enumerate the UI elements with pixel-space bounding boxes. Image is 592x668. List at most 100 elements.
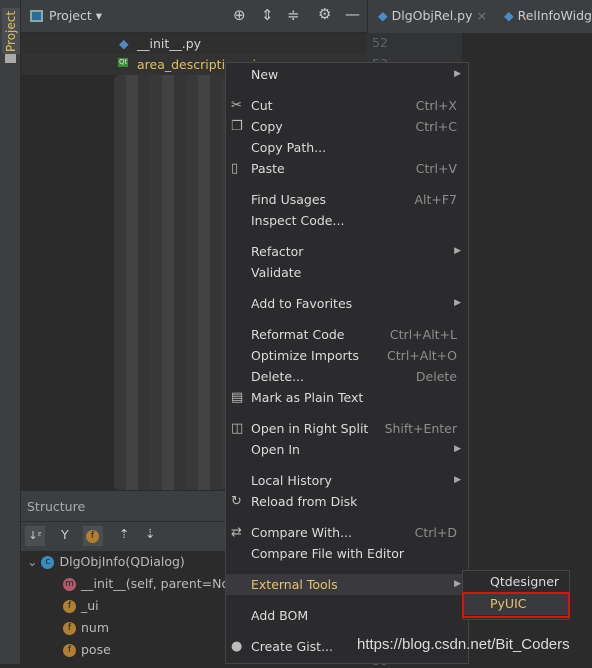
class-icon: c xyxy=(41,556,55,569)
menu-item-paste[interactable]: ▯ Paste Ctrl+V xyxy=(226,158,468,179)
menu-item-mark-as-plain-text[interactable]: ▤ Mark as Plain Text xyxy=(226,387,468,408)
menu-item-label: Delete... xyxy=(251,369,304,384)
structure-root[interactable]: ⌄ c DlgObjInfo(QDialog) xyxy=(27,551,185,573)
menu-separator xyxy=(226,283,468,293)
structure-item[interactable]: f _ui xyxy=(63,595,99,617)
menu-item-reload-from-disk[interactable]: ↻ Reload from Disk xyxy=(226,491,468,512)
structure-item[interactable]: f pose xyxy=(63,639,111,661)
plain-text-icon: ▤ xyxy=(231,390,244,405)
menu-item-open-in[interactable]: Open In ▶ xyxy=(226,439,468,460)
menu-item-delete[interactable]: Delete... Delete xyxy=(226,366,468,387)
structure-item-label: num xyxy=(81,620,110,635)
menu-separator xyxy=(226,231,468,241)
python-file-icon: ◆ xyxy=(378,8,388,23)
submenu-arrow-icon: ▶ xyxy=(454,444,461,454)
collapse-all-icon[interactable]: ≑ xyxy=(287,6,300,24)
menu-item-copy[interactable]: ❐ Copy Ctrl+C xyxy=(226,116,468,137)
watermark: https://blog.csdn.net/Bit_Coders xyxy=(357,636,570,653)
project-toolbar: Project ▾ ⊕ ⇕ ≑ ⚙ — xyxy=(21,0,367,33)
tree-item-init[interactable]: ◆ __init__.py xyxy=(21,33,367,54)
sort-alpha-icon[interactable]: ↓ᶻ xyxy=(25,526,45,546)
context-menu: New ▶ ✂ Cut Ctrl+X ❐ Copy Ctrl+C Copy Path... ▯ Pa… xyxy=(225,62,469,664)
menu-item-add-bom[interactable]: Add BOM xyxy=(226,605,468,626)
submenu-arrow-icon: ▶ xyxy=(454,298,461,308)
show-fields-icon[interactable]: f xyxy=(83,526,103,546)
tab-label: DlgObjRel.py xyxy=(391,8,473,23)
menu-item-label: Add to Favorites xyxy=(251,296,353,311)
blurred-tree-content xyxy=(114,75,226,490)
expand-all-icon[interactable]: ⇕ xyxy=(261,6,274,24)
menu-item-label: Compare With... xyxy=(251,525,352,540)
project-title: Project xyxy=(49,8,92,23)
annotation-highlight-box xyxy=(462,592,570,618)
submenu-arrow-icon: ▶ xyxy=(454,69,461,79)
menu-separator xyxy=(226,626,468,636)
menu-item-label: Copy Path... xyxy=(251,140,327,155)
split-icon: ◫ xyxy=(231,421,244,436)
menu-item-label: Mark as Plain Text xyxy=(251,390,364,405)
scissors-icon: ✂ xyxy=(231,98,242,113)
menu-item-open-in-right-split[interactable]: ◫ Open in Right Split Shift+Enter xyxy=(226,418,468,439)
structure-title: Structure xyxy=(27,499,86,514)
filter-icon[interactable]: Y xyxy=(61,527,69,542)
menu-item-external-tools[interactable]: External Tools ▶ xyxy=(226,574,468,595)
menu-separator xyxy=(226,512,468,522)
folder-icon xyxy=(5,54,16,63)
menu-item-find-usages[interactable]: Find Usages Alt+F7 xyxy=(226,189,468,210)
menu-item-label: Paste xyxy=(251,161,285,176)
submenu-arrow-icon: ▶ xyxy=(454,579,461,589)
menu-item-compare-with[interactable]: ⇄ Compare With... Ctrl+D xyxy=(226,522,468,543)
menu-item-compare-file-with-editor[interactable]: Compare File with Editor xyxy=(226,543,468,564)
autoscroll-to-source-icon[interactable]: ⇡ xyxy=(119,526,129,541)
menu-item-label: Open in Right Split xyxy=(251,421,369,436)
shortcut-label: Ctrl+C xyxy=(415,119,457,134)
menu-item-add-to-favorites[interactable]: Add to Favorites ▶ xyxy=(226,293,468,314)
minimize-icon[interactable]: — xyxy=(345,5,360,23)
menu-separator xyxy=(226,179,468,189)
shortcut-label: Ctrl+Alt+O xyxy=(387,348,457,363)
compare-icon: ⇄ xyxy=(231,525,242,540)
project-tool-tab[interactable]: Project xyxy=(2,8,20,54)
tree-item-label: __init__.py xyxy=(137,36,202,51)
menu-separator xyxy=(226,460,468,470)
menu-separator xyxy=(226,408,468,418)
shortcut-label: Ctrl+V xyxy=(415,161,457,176)
shortcut-label: Delete xyxy=(415,369,457,384)
menu-item-reformat-code[interactable]: Reformat Code Ctrl+Alt+L xyxy=(226,324,468,345)
menu-item-label: Compare File with Editor xyxy=(251,546,405,561)
close-tab-icon[interactable]: × xyxy=(476,8,486,23)
method-icon: m xyxy=(63,578,76,591)
reload-icon: ↻ xyxy=(231,494,242,509)
structure-item[interactable]: m __init__(self, parent=None xyxy=(63,573,245,595)
structure-item[interactable]: f num xyxy=(63,617,109,639)
gear-icon[interactable]: ⚙ xyxy=(318,5,331,23)
github-icon: ● xyxy=(231,639,243,654)
menu-item-new[interactable]: New ▶ xyxy=(226,64,468,85)
autoscroll-from-source-icon[interactable]: ⇣ xyxy=(145,526,155,541)
menu-item-copy-path[interactable]: Copy Path... xyxy=(226,137,468,158)
menu-item-label: Reformat Code xyxy=(251,327,345,342)
tab-dlgobjrel[interactable]: ◆ DlgObjRel.py × xyxy=(378,8,487,23)
structure-root-label: DlgObjInfo(QDialog) xyxy=(59,554,185,569)
menu-item-inspect-code[interactable]: Inspect Code... xyxy=(226,210,468,231)
locate-icon[interactable]: ⊕ xyxy=(233,6,246,24)
menu-item-label: Cut xyxy=(251,98,273,113)
menu-item-refactor[interactable]: Refactor ▶ xyxy=(226,241,468,262)
left-tool-stripe: Project xyxy=(0,0,21,664)
menu-item-label: Refactor xyxy=(251,244,304,259)
line-number: 52 xyxy=(372,35,388,50)
python-file-icon: ◆ xyxy=(504,8,514,23)
menu-item-local-history[interactable]: Local History ▶ xyxy=(226,470,468,491)
menu-item-validate[interactable]: Validate xyxy=(226,262,468,283)
tab-relinfowidget[interactable]: ◆ RelInfoWidg xyxy=(504,8,592,23)
shortcut-label: Shift+Enter xyxy=(384,421,457,436)
chevron-down-icon[interactable]: ⌄ xyxy=(27,554,37,569)
menu-item-label: Inspect Code... xyxy=(251,213,345,228)
menu-item-cut[interactable]: ✂ Cut Ctrl+X xyxy=(226,95,468,116)
menu-item-optimize-imports[interactable]: Optimize Imports Ctrl+Alt+O xyxy=(226,345,468,366)
field-icon: f xyxy=(63,600,76,613)
menu-item-label: Local History xyxy=(251,473,332,488)
submenu-item-qtdesigner[interactable]: Qtdesigner xyxy=(463,571,569,593)
field-icon: f xyxy=(63,644,76,657)
project-view-dropdown[interactable]: Project ▾ xyxy=(49,8,102,23)
